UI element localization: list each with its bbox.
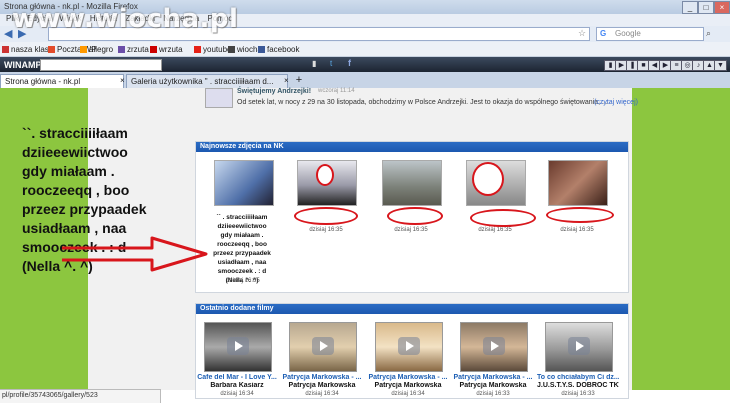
bookmark-item[interactable]: nasza klasa bbox=[2, 45, 53, 54]
search-input[interactable]: G Google bbox=[596, 27, 704, 41]
news-more-link[interactable]: (czytaj więcej) bbox=[594, 99, 638, 106]
bookmark-item[interactable]: allegro bbox=[80, 45, 113, 54]
photo-time: dzisiaj 16:35 bbox=[394, 227, 428, 233]
film-time: dzisiaj 16:34 bbox=[391, 391, 425, 397]
film-title[interactable]: Patrycja Markowska - ... bbox=[367, 374, 449, 381]
facebook-icon[interactable]: f bbox=[348, 58, 351, 68]
play-icon bbox=[483, 337, 505, 355]
winamp-logo: WINAMP bbox=[4, 60, 42, 70]
tab-close-icon[interactable]: × bbox=[284, 76, 289, 85]
right-background bbox=[632, 88, 730, 390]
bookmark-favicon-icon bbox=[118, 46, 125, 53]
photo-caption[interactable]: `` . stracciiiiłaam dziieeewiictwoo gdy … bbox=[209, 213, 275, 285]
play-icon bbox=[568, 337, 590, 355]
latest-photos-header: Najnowsze zdjęcia na NK bbox=[196, 142, 628, 152]
film-time: dzisiaj 16:34 bbox=[220, 391, 254, 397]
latest-films-header: Ostatnio dodane filmy bbox=[196, 304, 628, 314]
play-icon bbox=[227, 337, 249, 355]
maximize-button[interactable]: □ bbox=[698, 1, 714, 14]
tab-close-icon[interactable]: × bbox=[120, 76, 125, 85]
film-title[interactable]: Patrycja Markowska - ... bbox=[281, 374, 363, 381]
search-icon[interactable]: ⌕ bbox=[706, 28, 720, 39]
news-title[interactable]: Świętujemy Andrzejki! bbox=[237, 88, 311, 95]
bookmark-favicon-icon bbox=[194, 46, 201, 53]
film-time: dzisiaj 16:33 bbox=[476, 391, 510, 397]
photo-time: dzisiaj 16:35 bbox=[560, 227, 594, 233]
google-icon: G bbox=[600, 29, 607, 38]
photo-time: dzisiaj 16:35 bbox=[478, 227, 512, 233]
film-thumbnail[interactable] bbox=[289, 322, 357, 372]
bookmark-star-icon[interactable]: ☆ bbox=[578, 28, 586, 39]
bookmark-label: allegro bbox=[89, 45, 114, 54]
news-text: Od setek lat, w nocy z 29 na 30 listopad… bbox=[237, 99, 608, 106]
photo-thumbnail[interactable] bbox=[214, 160, 274, 206]
bookmark-label: facebook bbox=[267, 45, 300, 54]
bookmark-label: zrzuta bbox=[127, 45, 149, 54]
minimize-button[interactable]: _ bbox=[682, 1, 698, 14]
status-bar: pl/profile/35743065/gallery/523 bbox=[0, 389, 161, 403]
bookmark-favicon-icon bbox=[80, 46, 87, 53]
bookmark-item[interactable]: youtube bbox=[194, 45, 231, 54]
film-title[interactable]: Patrycja Markowska - ... bbox=[452, 374, 534, 381]
site-watermark: www.wiocha.pl bbox=[12, 4, 239, 34]
red-arrow-annotation bbox=[62, 236, 208, 272]
film-thumbnail[interactable] bbox=[204, 322, 272, 372]
play-icon bbox=[312, 337, 334, 355]
bookmark-label: nasza klasa bbox=[11, 45, 54, 54]
bookmarks-toolbar: nasza klasa Poczta WP allegro zrzuta wrzuta y… bbox=[0, 42, 730, 57]
film-thumbnail[interactable] bbox=[375, 322, 443, 372]
film-thumbnail[interactable] bbox=[460, 322, 528, 372]
photo-thumbnail[interactable] bbox=[548, 160, 608, 206]
film-time: dzisiaj 16:34 bbox=[305, 391, 339, 397]
status-url: pl/profile/35743065/gallery/523 bbox=[2, 392, 98, 399]
film-author[interactable]: Patrycja Markowska bbox=[452, 382, 534, 389]
play-icon bbox=[398, 337, 420, 355]
film-thumbnail[interactable] bbox=[545, 322, 613, 372]
red-highlight-oval bbox=[387, 207, 443, 225]
bookmark-item[interactable]: wrzuta bbox=[150, 45, 183, 54]
bookmark-favicon-icon bbox=[258, 46, 265, 53]
news-time: wczoraj 11:14 bbox=[318, 88, 355, 94]
red-highlight-oval bbox=[470, 209, 536, 227]
bookmark-item[interactable]: zrzuta bbox=[118, 45, 149, 54]
photo-time: dzisiaj 16:35 bbox=[226, 278, 260, 284]
winamp-radio-icon[interactable]: ▮ bbox=[312, 59, 316, 68]
close-button[interactable]: × bbox=[714, 1, 730, 14]
new-tab-button[interactable]: + bbox=[293, 74, 305, 86]
bookmark-item[interactable]: wiocha bbox=[228, 45, 262, 54]
red-highlight-oval bbox=[294, 207, 358, 225]
face-censor-circle bbox=[316, 164, 334, 186]
tab-gallery-label: Galeria użytkownika " . stracciiiiłaam d… bbox=[131, 77, 274, 86]
tab-home[interactable]: Strona główna - nk.pl bbox=[0, 74, 124, 88]
film-time: dzisiaj 16:33 bbox=[561, 391, 595, 397]
film-author[interactable]: Patrycja Markowska bbox=[281, 382, 363, 389]
search-placeholder: Google bbox=[615, 29, 641, 38]
winamp-search-field[interactable] bbox=[40, 59, 162, 71]
photo-time: dzisiaj 16:35 bbox=[309, 227, 343, 233]
tab-gallery[interactable]: Galeria użytkownika " . stracciiiiłaam d… bbox=[126, 74, 288, 88]
news-thumbnail[interactable] bbox=[205, 88, 233, 108]
winamp-control-button[interactable]: ▼ bbox=[714, 60, 727, 71]
film-author[interactable]: J.U.S.T.Y.S. DOBROĆ TKWI... bbox=[537, 382, 619, 389]
face-censor-circle bbox=[472, 162, 504, 196]
film-title[interactable]: To co chciałabym Ci dz... bbox=[537, 374, 619, 381]
bookmark-favicon-icon bbox=[48, 46, 55, 53]
tab-home-label: Strona główna - nk.pl bbox=[5, 77, 81, 86]
red-highlight-oval bbox=[546, 207, 614, 223]
bookmark-favicon-icon bbox=[2, 46, 9, 53]
bookmark-favicon-icon bbox=[228, 46, 235, 53]
bookmark-label: wrzuta bbox=[159, 45, 183, 54]
film-title[interactable]: Cafe del Mar - I Love Y... bbox=[196, 374, 278, 381]
twitter-icon[interactable]: t bbox=[330, 59, 332, 68]
film-author[interactable]: Barbara Kasiarz bbox=[196, 382, 278, 389]
bookmark-favicon-icon bbox=[150, 46, 157, 53]
photo-thumbnail[interactable] bbox=[382, 160, 442, 206]
film-author[interactable]: Patrycja Markowska bbox=[367, 382, 449, 389]
bookmark-item[interactable]: facebook bbox=[258, 45, 299, 54]
